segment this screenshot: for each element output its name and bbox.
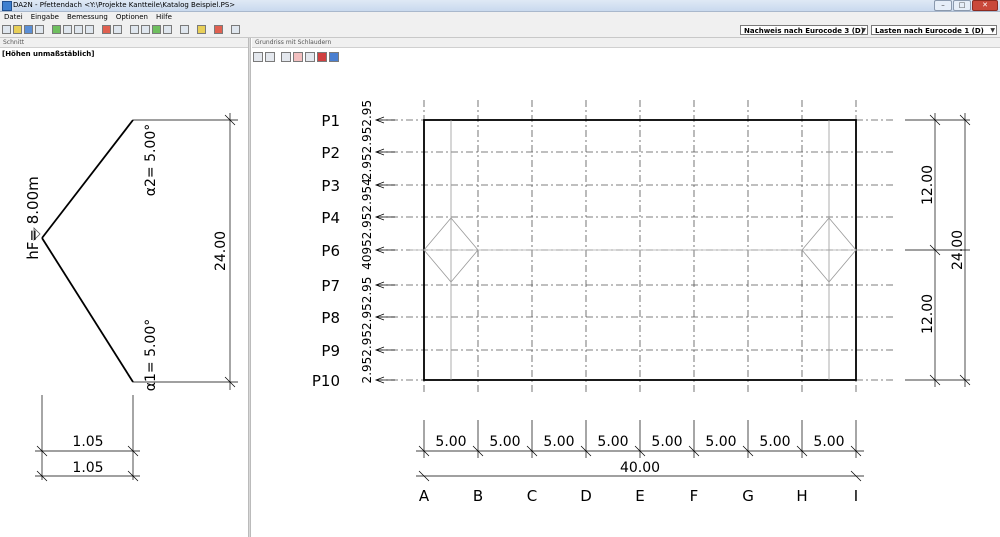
axis-label: D xyxy=(580,487,592,505)
axis-label: H xyxy=(796,487,807,505)
purlin-label: P9 xyxy=(321,342,340,360)
ridge-height-label: hF= 8.00m xyxy=(24,176,42,259)
purlin-label: P8 xyxy=(321,309,340,327)
roof-slope-upper xyxy=(41,119,134,239)
axis-label: E xyxy=(635,487,644,505)
section-bottom-dim-1: 1.05 xyxy=(72,434,103,450)
axis-label: F xyxy=(690,487,699,505)
right-dim-bottom: 12.00 xyxy=(920,294,936,334)
purlin-label: P6 xyxy=(321,242,340,260)
purlin-label: P4 xyxy=(321,209,340,227)
row-spacing-top: 2.952.952.95 xyxy=(360,100,374,180)
column-spacing-label: 5.00 xyxy=(759,434,790,450)
roof-slope-lower xyxy=(41,237,134,383)
purlin-label: P3 xyxy=(321,177,340,195)
section-bottom-dim-2: 1.05 xyxy=(72,460,103,476)
column-spacing-label: 5.00 xyxy=(435,434,466,450)
axis-label: C xyxy=(527,487,537,505)
drawing-canvas: hF= 8.00m α2= 5.00° α1= 5.00° 24.00 1.05… xyxy=(24,100,971,505)
angle-top-label: α2= 5.00° xyxy=(143,124,159,197)
row-spacing-mid: 40952.952.954 xyxy=(360,178,374,270)
purlin-label: P2 xyxy=(321,144,340,162)
plan-labels: P1 P2 P3 P4 P6 P7 P8 P9 P10 A B C D E F G H I 5.00 5.00 5.00… xyxy=(312,112,858,505)
column-spacing-label: 5.00 xyxy=(705,434,736,450)
column-spacing-label: 5.00 xyxy=(489,434,520,450)
right-dim-total: 24.00 xyxy=(950,230,966,270)
axis-label: G xyxy=(742,487,754,505)
purlin-label: P10 xyxy=(312,372,340,390)
section-drawing xyxy=(33,113,238,482)
axis-label: A xyxy=(419,487,430,505)
purlin-label: P1 xyxy=(321,112,340,130)
purlin-label: P7 xyxy=(321,277,340,295)
right-dim-top: 12.00 xyxy=(920,165,936,205)
axis-label: I xyxy=(854,487,858,505)
total-length-label: 40.00 xyxy=(620,460,660,476)
column-spacing-label: 5.00 xyxy=(813,434,844,450)
column-spacing-label: 5.00 xyxy=(597,434,628,450)
axis-label: B xyxy=(473,487,483,505)
section-total-dim: 24.00 xyxy=(213,231,229,271)
angle-bottom-label: α1= 5.00° xyxy=(143,319,159,392)
column-spacing-label: 5.00 xyxy=(543,434,574,450)
row-spacing-bottom: 2.952.952.952.95 xyxy=(360,277,374,384)
column-spacing-label: 5.00 xyxy=(651,434,682,450)
